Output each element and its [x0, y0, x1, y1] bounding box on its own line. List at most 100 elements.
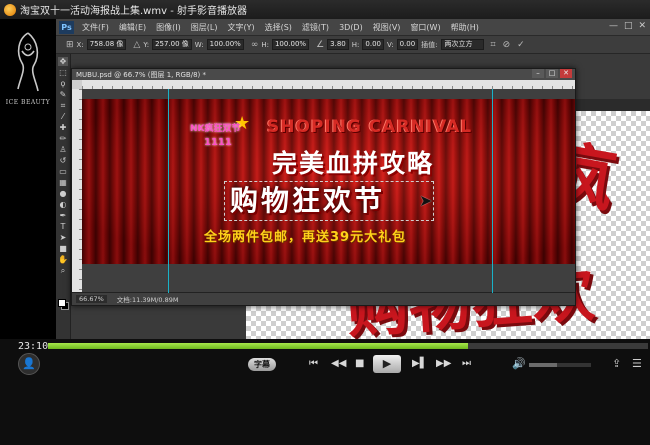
guide-line-right[interactable] [492, 89, 493, 293]
control-row: 👤 字幕 ⏮ ◀◀ ■ ▶ ▶▌ ▶▶ ⏭ 🔊 ⇪ ☰ [0, 353, 650, 377]
brush-tool-icon[interactable]: ✏ [58, 134, 68, 143]
angle-icon: ∠ [316, 39, 325, 50]
menu-help[interactable]: 帮助(H) [451, 22, 479, 33]
menu-3d[interactable]: 3D(D) [339, 23, 363, 32]
photoshop-window: Ps 文件(F) 编辑(E) 图像(I) 图层(L) 文字(Y) 选择(S) 滤… [56, 19, 650, 339]
menu-view[interactable]: 视图(V) [373, 22, 401, 33]
commit-transform-icon[interactable]: ✓ [517, 40, 525, 50]
window-title: 淘宝双十一活动海报战上集.wmv - 射手影音播放器 [20, 6, 247, 17]
crop-tool-icon[interactable]: ⌗ [58, 101, 68, 110]
cancel-transform-icon[interactable]: ⊘ [503, 40, 511, 50]
close-icon[interactable]: ✕ [638, 21, 646, 31]
rewind-icon[interactable]: ◀◀ [331, 358, 346, 370]
player-controls: 23:10 👤 字幕 ⏮ ◀◀ ■ ▶ ▶▌ ▶▶ ⏭ 🔊 ⇪ ☰ [0, 339, 650, 445]
doc-maximize-icon[interactable]: □ [546, 69, 558, 78]
type-tool-icon[interactable]: T [58, 222, 68, 231]
frame-step-icon[interactable]: ▶▌ [412, 358, 427, 370]
reference-point-icon[interactable]: ⊞ [66, 40, 74, 50]
menu-window[interactable]: 窗口(W) [410, 22, 440, 33]
path-select-tool-icon[interactable]: ➤ [58, 233, 68, 242]
ps-window-controls: — □ ✕ [609, 21, 646, 31]
skip-back-icon[interactable]: ⏮ [309, 358, 318, 370]
transform-options-bar: ⊞ X: 758.08 像 △ Y: 257.00 像 W: 100.00% ∞… [56, 36, 650, 54]
h-label: H: [261, 40, 269, 49]
healing-tool-icon[interactable]: ✚ [58, 123, 68, 132]
foreground-color-swatch[interactable] [58, 299, 66, 307]
fast-forward-icon[interactable]: ▶▶ [436, 358, 451, 370]
menu-layer[interactable]: 图层(L) [191, 22, 218, 33]
history-brush-tool-icon[interactable]: ↺ [58, 156, 68, 165]
transform-bounding-box[interactable] [224, 181, 434, 221]
zoom-level[interactable]: 66.67% [76, 295, 107, 303]
banner-subtitle: 全场两件包邮，再送39元大礼包 [204, 230, 407, 245]
eyedropper-tool-icon[interactable]: ⁄ [58, 112, 68, 121]
guide-line-left[interactable] [168, 89, 169, 293]
document-window: MUBU.psd @ 66.7% (图层 1, RGB/8) * – □ ✕ ★… [71, 68, 576, 306]
menu-filter[interactable]: 滤镜(T) [302, 22, 329, 33]
user-icon[interactable]: 👤 [18, 353, 40, 375]
document-info[interactable]: 文档:11.39M/0.89M [117, 294, 179, 304]
interpolation-select[interactable]: 两次立方 [440, 39, 484, 50]
move-tool-icon[interactable]: ✥ [58, 57, 68, 66]
seek-bar[interactable] [48, 343, 648, 349]
brand-text: ICE BEAUTY [5, 99, 51, 106]
zoom-tool-icon[interactable]: ⌕ [58, 266, 68, 275]
angle-field[interactable]: 3.80 [327, 39, 349, 50]
document-window-controls: – □ ✕ [532, 69, 572, 78]
x-field[interactable]: 758.08 像 [86, 39, 127, 50]
subtitle-button[interactable]: 字幕 [248, 358, 276, 371]
blur-tool-icon[interactable]: ● [58, 189, 68, 198]
menu-select[interactable]: 选择(S) [265, 22, 292, 33]
doc-close-icon[interactable]: ✕ [560, 69, 572, 78]
doc-minimize-icon[interactable]: – [532, 69, 544, 78]
vertical-ruler[interactable] [72, 89, 82, 293]
volume-slider[interactable] [529, 363, 591, 367]
seek-bar-fill [48, 343, 468, 349]
pen-tool-icon[interactable]: ✒ [58, 211, 68, 220]
lasso-tool-icon[interactable]: ϙ [58, 79, 68, 88]
menu-edit[interactable]: 编辑(E) [119, 22, 146, 33]
quick-select-tool-icon[interactable]: ✎ [58, 90, 68, 99]
height-field[interactable]: 100.00% [271, 39, 310, 50]
minimize-icon[interactable]: — [609, 21, 618, 31]
h-skew-label: H: [351, 40, 360, 49]
menu-file[interactable]: 文件(F) [82, 22, 109, 33]
share-icon[interactable]: ⇪ [612, 357, 621, 370]
dodge-tool-icon[interactable]: ◐ [58, 200, 68, 209]
neon-badge-bottom: 1111 [204, 137, 232, 148]
shape-tool-icon[interactable]: ■ [58, 244, 68, 253]
y-field[interactable]: 257.00 像 [152, 39, 192, 50]
width-field[interactable]: 100.00% [206, 39, 244, 50]
player-title-bar[interactable]: 淘宝双十一活动海报战上集.wmv - 射手影音播放器 [0, 0, 650, 19]
stop-icon[interactable]: ■ [355, 358, 364, 370]
link-icon[interactable]: ∞ [251, 40, 259, 50]
ps-logo: Ps [59, 20, 74, 34]
eraser-tool-icon[interactable]: ▭ [58, 167, 68, 176]
document-canvas[interactable]: ★ NK疯狂双节 1111 SHOPING CARNIVAL 完美血拼攻略 购物… [82, 89, 575, 293]
stamp-tool-icon[interactable]: ♙ [58, 145, 68, 154]
ice-beauty-logo-icon [17, 32, 39, 92]
ruler-corner[interactable] [72, 80, 82, 89]
maximize-icon[interactable]: □ [624, 21, 633, 31]
document-title: MUBU.psd @ 66.7% (图层 1, RGB/8) * [76, 70, 206, 79]
banner-strategy-title: 完美血拼攻略 [272, 149, 435, 178]
document-tab[interactable]: MUBU.psd @ 66.7% (图层 1, RGB/8) * – □ ✕ [72, 69, 575, 80]
horizontal-ruler[interactable] [82, 80, 575, 89]
h-skew-field[interactable]: 0.00 [362, 39, 384, 50]
banner-english-title: SHOPING CARNIVAL [267, 117, 473, 137]
v-skew-field[interactable]: 0.00 [396, 39, 419, 50]
menu-type[interactable]: 文字(Y) [227, 22, 254, 33]
current-time: 23:10 [18, 341, 49, 352]
toolbox: ✥ ⬚ ϙ ✎ ⌗ ⁄ ✚ ✏ ♙ ↺ ▭ ▦ ● ◐ ✒ T ➤ ■ ✋ ⌕ [56, 54, 71, 339]
marquee-tool-icon[interactable]: ⬚ [58, 68, 68, 77]
y-label: Y: [143, 40, 150, 49]
hand-tool-icon[interactable]: ✋ [58, 255, 68, 264]
play-button[interactable]: ▶ [373, 355, 401, 373]
volume-icon[interactable]: 🔊 [512, 357, 526, 370]
relative-position-icon[interactable]: △ [133, 40, 140, 50]
gradient-tool-icon[interactable]: ▦ [58, 178, 68, 187]
playlist-icon[interactable]: ☰ [632, 357, 642, 370]
skip-forward-icon[interactable]: ⏭ [462, 358, 471, 370]
menu-image[interactable]: 图像(I) [156, 22, 181, 33]
warp-icon[interactable]: ⌗ [491, 40, 496, 50]
